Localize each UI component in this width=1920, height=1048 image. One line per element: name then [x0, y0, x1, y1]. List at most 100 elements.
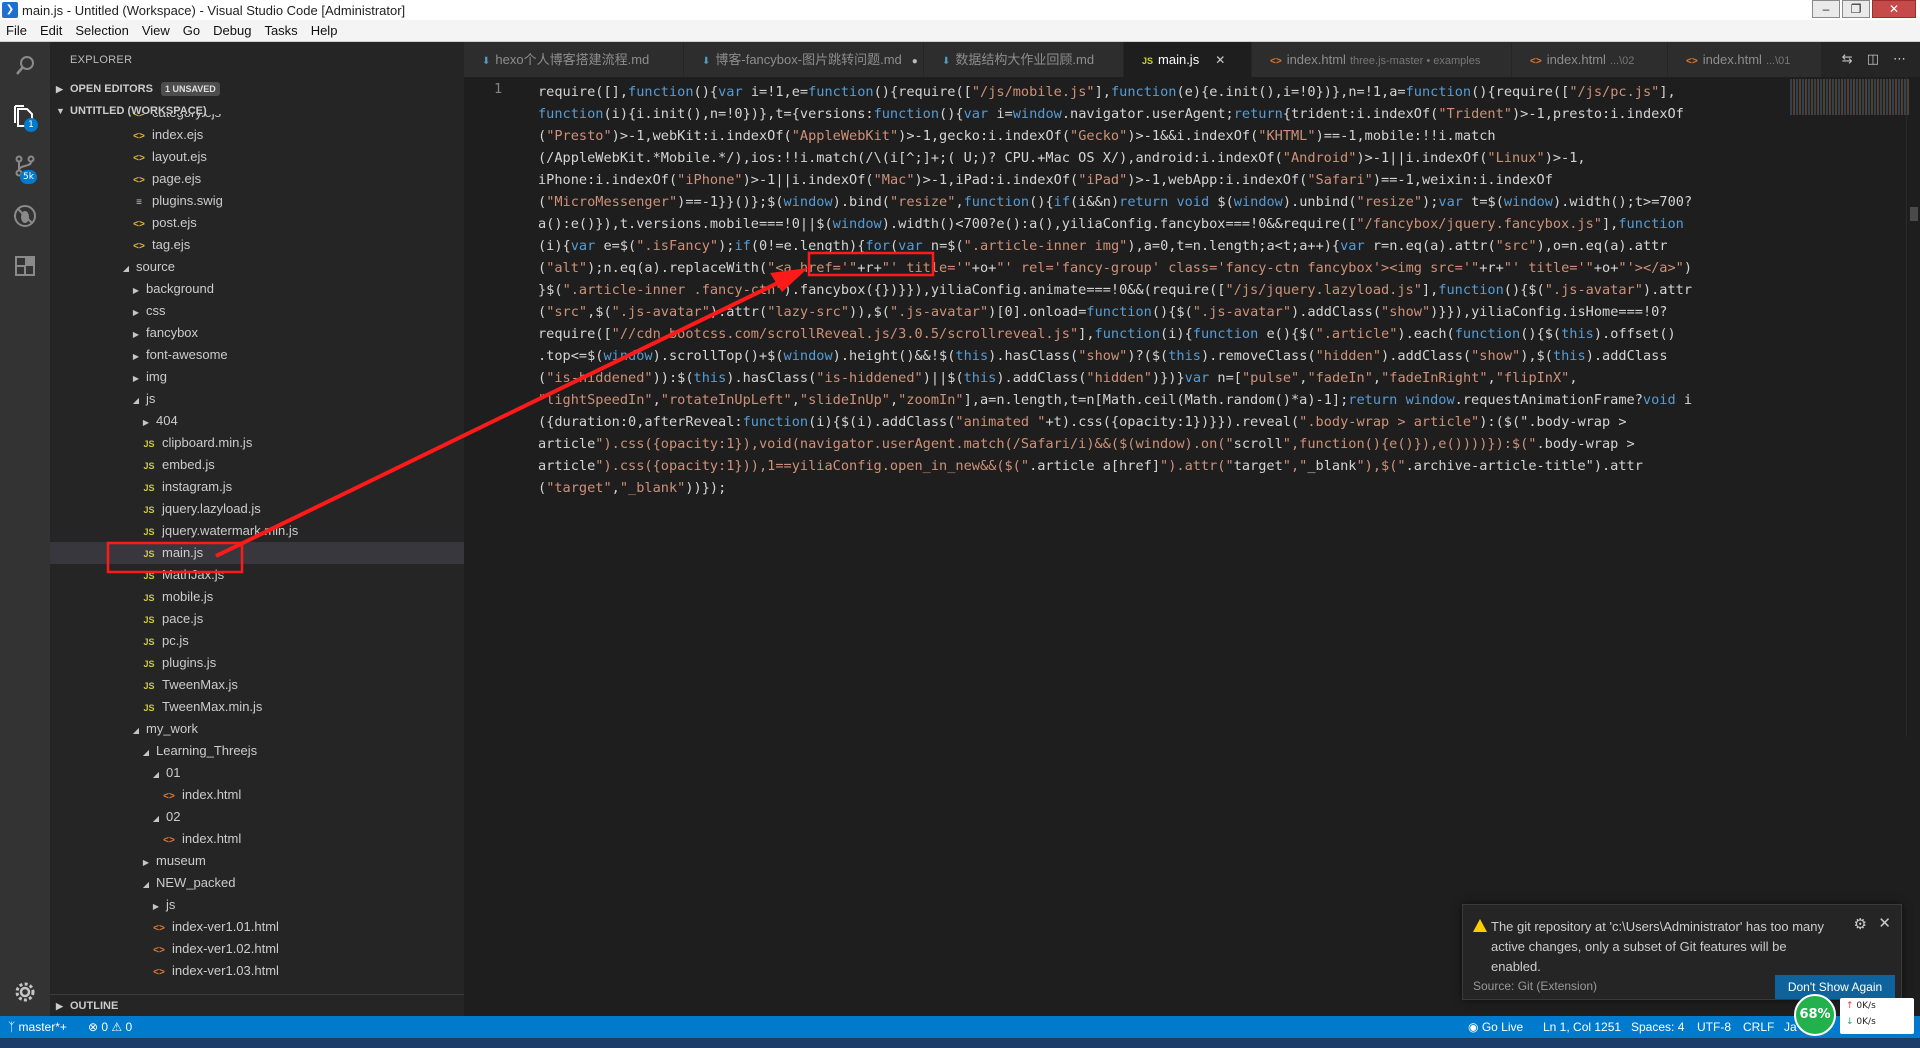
tree-file[interactable]: JS pc.js [50, 630, 464, 652]
tree-folder[interactable]: ◢ js [50, 388, 464, 410]
tree-file[interactable]: <> tag.ejs [50, 234, 464, 256]
code-line[interactable]: article").css({opacity:1}),void(navigato… [538, 433, 1808, 455]
tree-file[interactable]: JS embed.js [50, 454, 464, 476]
tree-file[interactable]: JS instagram.js [50, 476, 464, 498]
tree-file[interactable]: JS jquery.watermark.min.js [50, 520, 464, 542]
tree-file[interactable]: JS pace.js [50, 608, 464, 630]
close-tab-icon[interactable]: ✕ [1215, 53, 1225, 67]
code-line[interactable]: ("is-hiddened")):$(this).hasClass("is-hi… [538, 367, 1808, 389]
tree-file[interactable]: JS clipboard.min.js [50, 432, 464, 454]
tree-folder[interactable]: ◢ NEW_packed [50, 872, 464, 894]
extensions-icon[interactable] [0, 242, 50, 290]
unsaved-dot-icon[interactable]: ● [912, 56, 918, 67]
tree-folder[interactable]: ▶ font-awesome [50, 344, 464, 366]
open-changes-icon[interactable]: ⇆ [1842, 52, 1853, 67]
editor-tab[interactable]: <> index.html ...\01 [1668, 42, 1822, 77]
code-line[interactable]: ("Presto")>-1,webKit:i.indexOf("AppleWeb… [538, 125, 1808, 147]
code-line[interactable]: (i){var e=$(".isFancy");if(0!=e.length){… [538, 235, 1808, 257]
indentation-status[interactable]: Spaces: 4 [1631, 1016, 1684, 1038]
code-editor[interactable]: 1 require([],function(){var i=!1,e=funct… [464, 77, 1920, 1016]
tree-folder[interactable]: ▶ css [50, 300, 464, 322]
tree-file[interactable]: <>category.ejs [50, 114, 464, 124]
maximize-button[interactable]: ❐ [1842, 0, 1870, 18]
tree-folder[interactable]: ◢ 01 [50, 762, 464, 784]
code-line[interactable]: iPhone:i.indexOf("iPhone")>-1||i.indexOf… [538, 169, 1808, 191]
menu-selection[interactable]: Selection [69, 23, 135, 38]
tree-file[interactable]: <> layout.ejs [50, 146, 464, 168]
code-line[interactable]: ({duration:0,afterReveal:function(i){$(i… [538, 411, 1808, 433]
gear-icon[interactable]: ⚙ [1854, 915, 1867, 933]
tree-file[interactable]: <> index.html [50, 784, 464, 806]
menu-file[interactable]: File [0, 23, 34, 38]
menu-edit[interactable]: Edit [34, 23, 69, 38]
tree-file[interactable]: <> index.html [50, 828, 464, 850]
code-line[interactable]: ("alt");n.eq(a).replaceWith("<a href='"+… [538, 257, 1808, 279]
source-control-icon[interactable]: 5k [0, 142, 50, 190]
tree-file[interactable]: ≡ plugins.swig [50, 190, 464, 212]
tree-file[interactable]: JS TweenMax.js [50, 674, 464, 696]
tree-file[interactable]: <> index.ejs [50, 124, 464, 146]
tree-folder[interactable]: ▶ 404 [50, 410, 464, 432]
code-line[interactable]: ("target","_blank"))}); [538, 477, 1808, 499]
menu-view[interactable]: View [136, 23, 177, 38]
tree-file[interactable]: JS MathJax.js [50, 564, 464, 586]
search-icon[interactable] [0, 42, 50, 90]
editor-tab[interactable]: JS main.js ✕ [1124, 42, 1252, 77]
tree-folder[interactable]: ◢ source [50, 256, 464, 278]
tree-folder[interactable]: ◢ Learning_Threejs [50, 740, 464, 762]
code-line[interactable]: article").css({opacity:1})),1==yiliaConf… [538, 455, 1808, 477]
tree-folder[interactable]: ▶ img [50, 366, 464, 388]
settings-gear-icon[interactable] [0, 968, 50, 1016]
tree-file[interactable]: JS main.js [50, 542, 464, 564]
tree-file[interactable]: JS jquery.lazyload.js [50, 498, 464, 520]
tree-file[interactable]: JS TweenMax.min.js [50, 696, 464, 718]
encoding-status[interactable]: UTF-8 [1697, 1016, 1731, 1038]
editor-tab[interactable]: ⬇ 数据结构大作业回顾.md [924, 42, 1124, 77]
code-line[interactable]: ("MicroMessenger")==-1}}()};$(window).bi… [538, 191, 1808, 213]
code-line[interactable]: "lightSpeedIn","rotateInUpLeft","slideIn… [538, 389, 1808, 411]
menu-tasks[interactable]: Tasks [258, 23, 304, 38]
code-line[interactable]: function(i){i.init(),n=!0})},t={versions… [538, 103, 1808, 125]
code-line[interactable]: .top<=$(window).scrollTop()+$(window).he… [538, 345, 1808, 367]
cursor-position[interactable]: Ln 1, Col 1251 [1543, 1016, 1621, 1038]
code-line[interactable]: a():e()}),t.versions.mobile===!0||$(wind… [538, 213, 1808, 235]
tree-file[interactable]: JS plugins.js [50, 652, 464, 674]
tree-file[interactable]: <> index-ver1.03.html [50, 960, 464, 982]
vertical-scrollbar[interactable] [1906, 77, 1920, 737]
menu-go[interactable]: Go [177, 23, 207, 38]
tree-folder[interactable]: ▶ museum [50, 850, 464, 872]
code-content[interactable]: require([],function(){var i=!1,e=functio… [538, 81, 1808, 499]
editor-tab[interactable]: <> index.html three.js-master • examples [1252, 42, 1512, 77]
outline-section[interactable]: ▶ OUTLINE [50, 994, 464, 1016]
more-actions-icon[interactable]: ⋯ [1893, 52, 1906, 67]
editor-tab[interactable]: <> index.html ...\02 [1512, 42, 1668, 77]
tree-folder[interactable]: ◢ my_work [50, 718, 464, 740]
tree-folder[interactable]: ▶ fancybox [50, 322, 464, 344]
problems-status[interactable]: ⊗ 0 ⚠ 0 [88, 1016, 132, 1038]
tree-folder[interactable]: ◢ 02 [50, 806, 464, 828]
split-editor-icon[interactable]: ◫ [1867, 52, 1879, 67]
tree-file[interactable]: JS mobile.js [50, 586, 464, 608]
eol-status[interactable]: CRLF [1743, 1016, 1774, 1038]
go-live-button[interactable]: ◉ Go Live [1468, 1016, 1523, 1038]
menu-debug[interactable]: Debug [207, 23, 258, 38]
menu-help[interactable]: Help [305, 23, 345, 38]
tree-folder[interactable]: ▶ js [50, 894, 464, 916]
code-line[interactable]: require(["//cdn.bootcss.com/scrollReveal… [538, 323, 1808, 345]
tree-file[interactable]: <> post.ejs [50, 212, 464, 234]
code-line[interactable]: require([],function(){var i=!1,e=functio… [538, 81, 1808, 103]
files-icon[interactable]: 1 [0, 92, 50, 140]
tree-file[interactable]: <> page.ejs [50, 168, 464, 190]
code-line[interactable]: (/AppleWebKit.*Mobile.*/),ios:!!i.match(… [538, 147, 1808, 169]
code-line[interactable]: ("src",$(".js-avatar").attr("lazy-src"))… [538, 301, 1808, 323]
open-editors-section[interactable]: ▶ OPEN EDITORS 1 UNSAVED [50, 78, 464, 100]
editor-tab[interactable]: ⬇ 博客-fancybox-图片跳转问题.md ● [684, 42, 924, 77]
tree-file[interactable]: <> index-ver1.01.html [50, 916, 464, 938]
tree-file[interactable]: <> index-ver1.02.html [50, 938, 464, 960]
debug-icon[interactable] [0, 192, 50, 240]
code-line[interactable]: }$(".article-inner .fancy-ctn").fancybox… [538, 279, 1808, 301]
minimap[interactable] [1790, 79, 1910, 115]
tree-folder[interactable]: ▶ background [50, 278, 464, 300]
editor-tab[interactable]: ⬇ hexo个人博客搭建流程.md [464, 42, 684, 77]
minimize-button[interactable]: – [1812, 0, 1840, 18]
